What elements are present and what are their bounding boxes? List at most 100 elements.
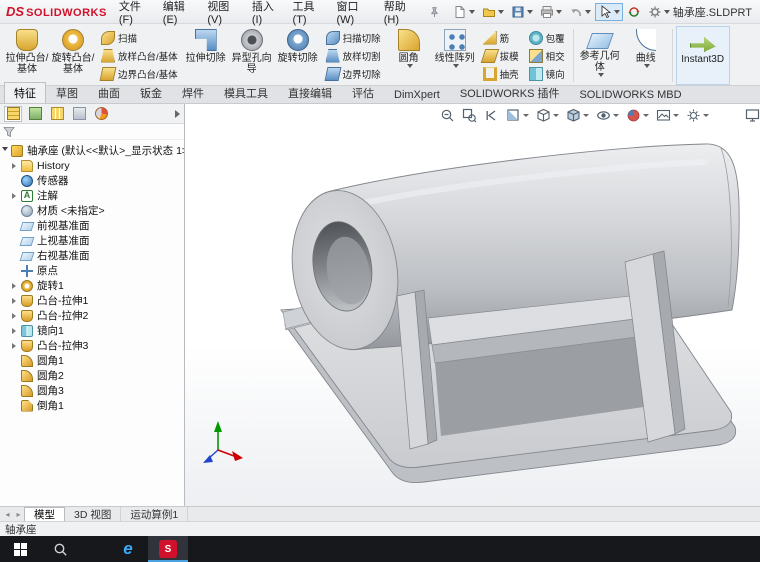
select-arrow-button[interactable]: [595, 3, 623, 21]
tree-item-history[interactable]: History: [0, 158, 184, 173]
tree-root-part[interactable]: 轴承座 (默认<<默认>_显示状态 1>): [0, 143, 184, 158]
3d-views-tab[interactable]: 3D 视图: [65, 507, 121, 521]
filter-funnel-icon[interactable]: [3, 126, 15, 138]
expand-caret-icon[interactable]: [12, 343, 16, 349]
rebuild-button[interactable]: [624, 3, 644, 21]
view-settings-icon[interactable]: [686, 108, 709, 123]
linear-pattern-dropdown-icon[interactable]: [453, 64, 459, 68]
tree-item-boss-extrude2[interactable]: 凸台-拉伸2: [0, 308, 184, 323]
tree-item-front-plane[interactable]: 前视基准面: [0, 218, 184, 233]
taskbar-search-button[interactable]: [40, 536, 80, 562]
tab-solidworks-addins[interactable]: SOLIDWORKS 插件: [450, 82, 570, 103]
collapse-caret-icon[interactable]: [2, 147, 8, 154]
tab-direct-editing[interactable]: 直接编辑: [278, 82, 342, 103]
menu-help[interactable]: 帮助(H): [378, 0, 423, 29]
tree-item-right-plane[interactable]: 右视基准面: [0, 248, 184, 263]
print-button[interactable]: [537, 3, 565, 21]
revolve-cut-button[interactable]: 旋转切除: [275, 26, 321, 85]
edit-appearance-icon[interactable]: [626, 108, 649, 123]
solidworks-taskbar-button[interactable]: S: [148, 536, 188, 562]
tree-item-boss-extrude3[interactable]: 凸台-拉伸3: [0, 338, 184, 353]
expand-caret-icon[interactable]: [12, 283, 16, 289]
graphics-area[interactable]: [185, 104, 760, 506]
dimxpertmanager-tab[interactable]: [70, 106, 88, 122]
tab-sketch[interactable]: 草图: [46, 82, 88, 103]
apply-scene-icon[interactable]: [656, 108, 679, 123]
menu-tools[interactable]: 工具(T): [287, 0, 331, 29]
tab-weldments[interactable]: 焊件: [172, 82, 214, 103]
tree-item-chamfer1[interactable]: 倒角1: [0, 398, 184, 413]
edge-browser-button[interactable]: e: [108, 536, 148, 562]
tree-item-revolve1[interactable]: 旋转1: [0, 278, 184, 293]
reference-geometry-dropdown-icon[interactable]: [598, 73, 604, 77]
tree-item-top-plane[interactable]: 上视基准面: [0, 233, 184, 248]
propertymanager-tab[interactable]: [26, 106, 44, 122]
boundary-cut-button[interactable]: 边界切除: [324, 65, 383, 82]
display-style-icon[interactable]: [566, 108, 589, 123]
loft-cut-button[interactable]: 放样切割: [324, 47, 383, 64]
curves-dropdown-icon[interactable]: [644, 64, 650, 68]
tab-solidworks-mbd[interactable]: SOLIDWORKS MBD: [569, 86, 691, 103]
tree-item-origin[interactable]: 原点: [0, 263, 184, 278]
draft-button[interactable]: 拔模: [481, 47, 521, 64]
tab-scroll-left-icon[interactable]: ◂: [2, 507, 13, 521]
expand-caret-icon[interactable]: [12, 328, 16, 334]
extrude-cut-button[interactable]: 拉伸切除: [183, 26, 229, 85]
instant3d-button[interactable]: Instant3D: [676, 26, 730, 85]
expand-caret-icon[interactable]: [12, 193, 16, 199]
expand-caret-icon[interactable]: [12, 163, 16, 169]
pin-menubar-icon[interactable]: [429, 6, 440, 18]
tab-mold-tools[interactable]: 模具工具: [214, 82, 278, 103]
tree-item-fillet2[interactable]: 圆角2: [0, 368, 184, 383]
reference-geometry-button[interactable]: 参考几何体: [577, 26, 623, 85]
curves-button[interactable]: 曲线: [623, 26, 669, 85]
save-button[interactable]: [508, 3, 536, 21]
new-document-button[interactable]: [450, 3, 478, 21]
tree-item-annotations[interactable]: 注解: [0, 188, 184, 203]
extrude-boss-button[interactable]: 拉伸凸台/基体: [4, 26, 50, 85]
rib-button[interactable]: 筋: [481, 29, 521, 46]
motion-study-tab[interactable]: 运动算例1: [121, 507, 188, 521]
hole-wizard-button[interactable]: 异型孔向导: [229, 26, 275, 85]
linear-pattern-button[interactable]: 线性阵列: [432, 26, 478, 85]
bearing-seat-model[interactable]: [281, 144, 739, 483]
tab-surfaces[interactable]: 曲面: [88, 82, 130, 103]
fillet-button[interactable]: 圆角: [386, 26, 432, 85]
tree-item-sensors[interactable]: 传感器: [0, 173, 184, 188]
configurationmanager-tab[interactable]: [48, 106, 66, 122]
tree-item-material[interactable]: 材质 <未指定>: [0, 203, 184, 218]
intersect-button[interactable]: 相交: [527, 47, 567, 64]
model-canvas[interactable]: [185, 104, 760, 506]
revolve-boss-button[interactable]: 旋转凸台/基体: [50, 26, 96, 85]
tab-sheet-metal[interactable]: 钣金: [130, 82, 172, 103]
mirror-button[interactable]: 镜向: [527, 65, 567, 82]
boundary-boss-button[interactable]: 边界凸台/基体: [99, 65, 180, 82]
open-button[interactable]: [479, 3, 507, 21]
tree-item-fillet3[interactable]: 圆角3: [0, 383, 184, 398]
sweep-cut-button[interactable]: 扫描切除: [324, 29, 383, 46]
zoom-area-icon[interactable]: [462, 108, 477, 123]
featuremanager-tree-tab[interactable]: [4, 106, 22, 122]
expand-caret-icon[interactable]: [12, 298, 16, 304]
wrap-button[interactable]: 包覆: [527, 29, 567, 46]
fillet-dropdown-icon[interactable]: [407, 64, 413, 68]
loft-button[interactable]: 放样凸台/基体: [99, 47, 180, 64]
expand-caret-icon[interactable]: [12, 313, 16, 319]
undo-button[interactable]: [566, 3, 594, 21]
tree-item-fillet1[interactable]: 圆角1: [0, 353, 184, 368]
tab-evaluate[interactable]: 评估: [342, 82, 384, 103]
panel-expand-chevron-icon[interactable]: [175, 110, 180, 118]
menu-window[interactable]: 窗口(W): [331, 0, 378, 29]
menu-file[interactable]: 文件(F): [113, 0, 157, 29]
tree-item-mirror1[interactable]: 镜向1: [0, 323, 184, 338]
view-orientation-icon[interactable]: [536, 108, 559, 123]
hide-show-items-icon[interactable]: [596, 108, 619, 123]
tab-features[interactable]: 特征: [4, 82, 46, 103]
start-button[interactable]: [0, 536, 40, 562]
section-view-icon[interactable]: [506, 108, 529, 123]
model-tab[interactable]: 模型: [24, 507, 65, 521]
menu-edit[interactable]: 编辑(E): [157, 0, 202, 29]
tree-item-boss-extrude1[interactable]: 凸台-拉伸1: [0, 293, 184, 308]
shell-button[interactable]: 抽壳: [481, 65, 521, 82]
previous-view-icon[interactable]: [484, 108, 499, 123]
